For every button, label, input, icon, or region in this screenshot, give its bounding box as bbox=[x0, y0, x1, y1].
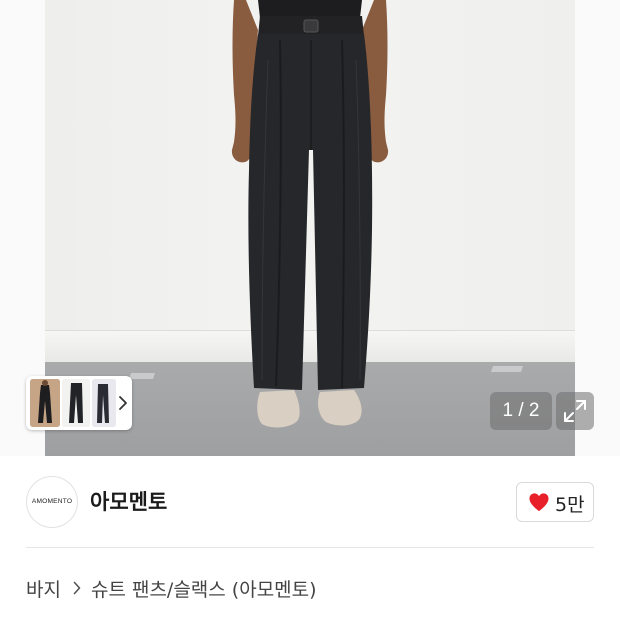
like-button[interactable]: 5만 bbox=[516, 482, 594, 522]
thumbnail-2[interactable] bbox=[62, 379, 90, 427]
like-count: 5만 bbox=[555, 494, 585, 516]
expand-arrows-icon bbox=[564, 400, 586, 422]
thumbnail-1[interactable] bbox=[30, 379, 60, 427]
page-separator: / bbox=[518, 400, 524, 421]
thumbnail-strip[interactable] bbox=[26, 376, 132, 430]
brand-name[interactable]: 아모멘토 bbox=[90, 486, 167, 516]
total-pages: 2 bbox=[528, 400, 540, 421]
chevron-right-icon[interactable] bbox=[116, 393, 130, 413]
breadcrumb: 바지 슈트 팬츠/슬랙스 (아모멘토) bbox=[26, 574, 317, 602]
expand-image-button[interactable] bbox=[556, 392, 594, 430]
heart-icon bbox=[529, 493, 549, 512]
divider bbox=[26, 547, 594, 548]
image-page-counter: 1 / 2 bbox=[490, 392, 552, 430]
current-page: 1 bbox=[502, 400, 514, 421]
thumbnail-3[interactable] bbox=[92, 379, 116, 427]
breadcrumb-category-suit-pants[interactable]: 슈트 팬츠/슬랙스 (아모멘토) bbox=[91, 575, 317, 602]
chevron-right-icon bbox=[73, 581, 81, 595]
brand-row: AMOMENTO 아모멘토 5만 bbox=[26, 476, 594, 528]
brand-logo[interactable]: AMOMENTO bbox=[26, 476, 78, 528]
product-image-gallery[interactable]: 1 / 2 bbox=[0, 0, 620, 456]
breadcrumb-category-pants[interactable]: 바지 bbox=[26, 575, 61, 602]
